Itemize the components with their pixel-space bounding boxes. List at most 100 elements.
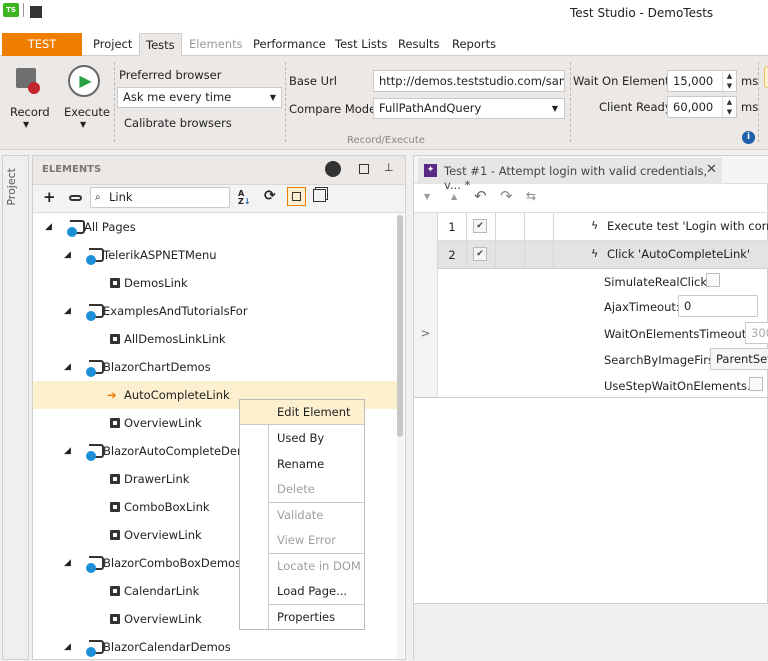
tree-element-item[interactable]: AllDemosLinkLink [33, 325, 398, 353]
client-ready-label: Client Ready [599, 100, 672, 114]
expand-arrow-icon[interactable]: ◢ [64, 241, 71, 269]
menu-item-view-error[interactable]: View Error [240, 528, 364, 553]
redo-icon[interactable]: ↷ [500, 187, 513, 205]
app-logo: TS [3, 3, 19, 17]
tree-item-label: BlazorCalendarDemos [103, 640, 231, 654]
ms-label: ms [741, 100, 759, 114]
element-icon [110, 586, 120, 596]
simulate-real-click-checkbox[interactable] [706, 273, 720, 287]
tab-project[interactable]: Project [87, 33, 138, 56]
spinner-icon[interactable]: ▲ ▼ [722, 71, 736, 91]
expand-arrow-icon[interactable]: ◢ [64, 633, 71, 659]
client-ready-input[interactable]: 60,000 ▲ ▼ [667, 96, 737, 118]
wait-timeout-input[interactable]: 300 [745, 322, 768, 344]
search-by-image-label: SearchByImageFirst: [604, 353, 723, 367]
play-icon: ▶ [68, 65, 100, 97]
tab-tests[interactable]: Tests [139, 33, 182, 57]
undo-icon[interactable]: ↶ [474, 187, 487, 205]
expand-button[interactable]: > [414, 269, 438, 397]
tree-item-label: ExamplesAndTutorialsFor [103, 304, 248, 318]
expand-arrow-icon[interactable]: ◢ [64, 437, 71, 465]
side-tab-project[interactable]: Project [2, 155, 29, 660]
tree-item-label: AllDemosLinkLink [124, 332, 226, 346]
ajax-timeout-input[interactable]: 0 [678, 295, 758, 317]
rocket-icon[interactable] [325, 161, 341, 177]
menu-item-properties[interactable]: Properties [240, 605, 364, 630]
step-number: 2 [438, 241, 467, 269]
base-url-input[interactable]: http://demos.teststudio.com/samp [373, 70, 565, 92]
tree-page-item[interactable]: ◢ BlazorCalendarDemos [33, 633, 398, 659]
menu-item-load-page[interactable]: Load Page... [240, 579, 364, 604]
menu-item-validate[interactable]: Validate [240, 503, 364, 528]
expand-arrow-icon[interactable]: ◢ [45, 213, 52, 241]
preferred-browser-label: Preferred browser [119, 68, 222, 82]
lightning-icon: ϟ [591, 219, 599, 232]
menu-item-rename[interactable]: Rename [240, 452, 364, 477]
step-row[interactable]: 1 ✔ ϟ Execute test 'Login with correct [414, 213, 768, 241]
dropdown-arrow-icon: ▼ [80, 120, 87, 129]
context-menu: Edit Element Used By Rename Delete Valid… [239, 399, 365, 630]
expand-arrow-icon[interactable]: ◢ [64, 353, 71, 381]
use-step-wait-checkbox[interactable] [749, 377, 763, 391]
preferred-browser-select[interactable]: Ask me every time ▼ [117, 87, 282, 108]
step-text: Click 'AutoCompleteLink' [607, 247, 751, 261]
calibrate-browsers-button[interactable]: Calibrate browsers [124, 116, 232, 130]
execute-button[interactable]: ▶ Execute ▼ [60, 62, 110, 132]
element-icon [110, 278, 120, 288]
search-by-image-select[interactable]: ParentSet [710, 348, 768, 370]
refresh-icon[interactable]: ⟳ [264, 188, 276, 204]
step-checkbox[interactable]: ✔ [473, 219, 487, 233]
ms-label: ms [741, 74, 759, 88]
execute-label: Execute [64, 105, 110, 119]
menu-item-edit-element[interactable]: Edit Element [240, 400, 364, 425]
tree-page-item[interactable]: ◢ ExamplesAndTutorialsFor [33, 297, 398, 325]
tree-page-item[interactable]: ◢ TelerikASPNETMenu [33, 241, 398, 269]
tree-item-label: OverviewLink [124, 528, 202, 542]
expand-arrow-icon[interactable]: ◢ [64, 549, 71, 577]
scrollbar[interactable] [397, 213, 404, 659]
tree-element-item[interactable]: DemosLink [33, 269, 398, 297]
info-icon[interactable]: i [742, 131, 755, 144]
step-row[interactable]: 2 ✔ ϟ Click 'AutoCompleteLink' [414, 241, 768, 269]
dropdown-arrow-icon: ▼ [23, 120, 30, 129]
record-button[interactable]: Record ▼ [6, 62, 50, 132]
step-number: 1 [438, 213, 467, 241]
move-down-icon[interactable]: ▼ [424, 192, 430, 201]
windows-icon[interactable] [313, 189, 326, 202]
menu-item-used-by[interactable]: Used By [240, 426, 364, 451]
save-icon[interactable] [30, 6, 42, 18]
tab-test-studio[interactable]: TEST STUDIO [2, 33, 82, 74]
maximize-icon[interactable] [359, 164, 369, 174]
link-icon[interactable] [69, 195, 82, 201]
collapse-toggle-button[interactable] [287, 187, 306, 206]
page-icon [86, 248, 104, 265]
tab-reports[interactable]: Reports [446, 33, 502, 56]
tree-item-label: BlazorChartDemos [103, 360, 211, 374]
sort-az-icon[interactable]: A Z↓ [238, 190, 251, 206]
tab-performance[interactable]: Performance [247, 33, 332, 56]
move-up-icon[interactable]: ▲ [451, 192, 457, 201]
tab-results[interactable]: Results [392, 33, 446, 56]
wait-on-elements-input[interactable]: 15,000 ▲ ▼ [667, 70, 737, 92]
tab-test-lists[interactable]: Test Lists [329, 33, 393, 56]
wait-on-elements-label: Wait On Elements [573, 74, 676, 88]
test-tab[interactable]: ✦ Test #1 - Attempt login with valid cre… [418, 158, 722, 192]
page-icon [86, 444, 104, 461]
menu-item-locate-in-dom[interactable]: Locate in DOM [240, 554, 364, 579]
close-icon[interactable]: ✕ [706, 162, 717, 177]
expand-arrow-icon[interactable]: ◢ [64, 297, 71, 325]
add-icon[interactable]: + [43, 188, 56, 206]
compare-mode-select[interactable]: FullPathAndQuery ▼ [373, 98, 565, 119]
tree-item-label: TelerikASPNETMenu [103, 248, 217, 262]
menu-item-delete[interactable]: Delete [240, 477, 364, 502]
tree-page-item[interactable]: ◢ All Pages [33, 213, 398, 241]
pin-icon[interactable]: ⊥ [384, 161, 394, 174]
search-input[interactable]: ⌕ Link [90, 187, 230, 208]
group-label: Record/Execute [347, 135, 425, 146]
tab-elements[interactable]: Elements [183, 33, 249, 56]
element-icon [110, 474, 120, 484]
tree-page-item[interactable]: ◢ BlazorChartDemos [33, 353, 398, 381]
hierarchy-icon[interactable]: ⇆ [526, 189, 536, 203]
step-checkbox[interactable]: ✔ [473, 247, 487, 261]
spinner-icon[interactable]: ▲ ▼ [722, 97, 736, 117]
